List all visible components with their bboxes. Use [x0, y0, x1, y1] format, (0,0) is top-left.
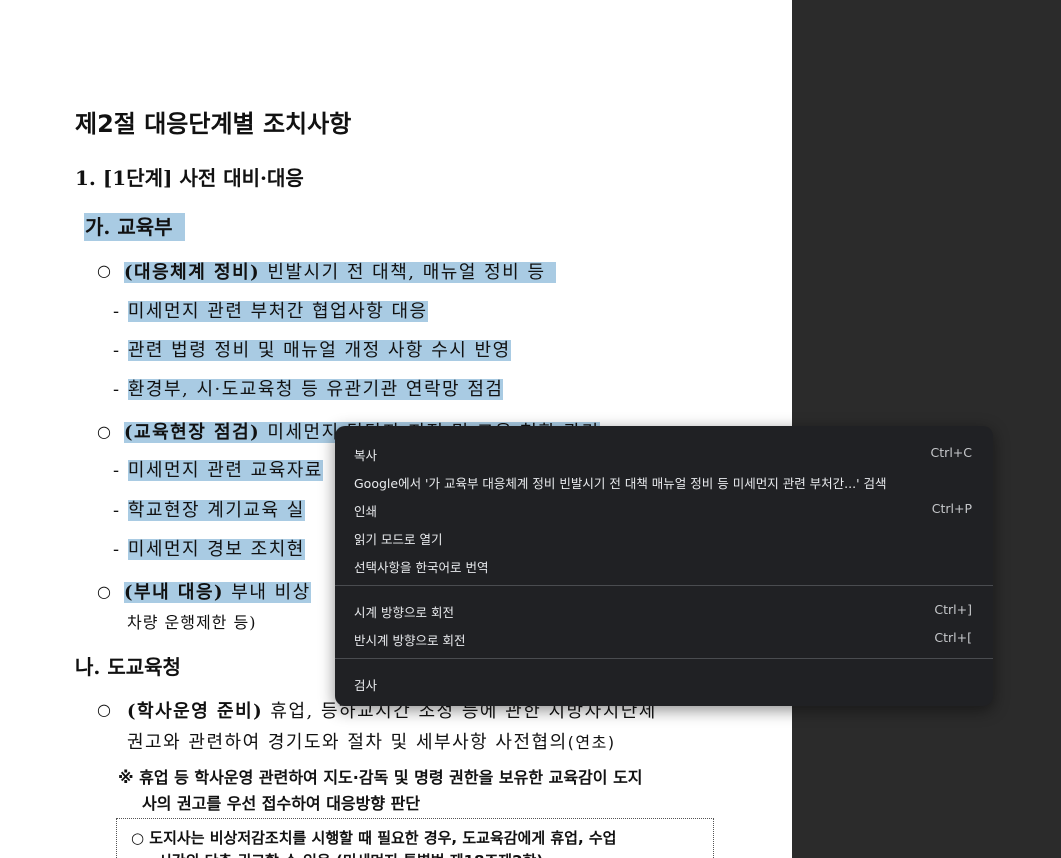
ga-item3-head: (부내 대응): [124, 582, 225, 603]
menu-item-label: 읽기 모드로 열기: [354, 532, 443, 547]
circle-bullet: ○: [97, 700, 111, 719]
menu-item-label: 복사: [354, 448, 378, 463]
menu-item-label: 선택사항을 한국어로 번역: [354, 560, 489, 575]
subsection-ga-label: 가. 교육부: [84, 213, 185, 241]
chapter-title: 제2절 대응단계별 조치사항: [75, 110, 352, 138]
menu-item-rotate-counterclockwise[interactable]: 반시계 방향으로 회전 Ctrl+[: [335, 624, 993, 652]
subsection-na: 나. 도교육청: [75, 655, 181, 679]
box-line-2: 시간의 단축 권고할 수 있음 (미세먼지 특별법 제18조제2항): [158, 850, 543, 858]
context-menu: 복사 Ctrl+C Google에서 '가 교육부 대응체계 정비 빈발시기 전…: [335, 426, 993, 706]
ga-item2-sub1-text: 미세먼지 관련 교육자료: [127, 460, 323, 481]
ga-item1-sub1-text: 미세먼지 관련 부처간 협업사항 대응: [127, 301, 428, 322]
circle-bullet: ○: [97, 422, 111, 441]
ga-item2-sub3: - 미세먼지 경보 조치현: [113, 535, 305, 561]
ga-item1-sub1: - 미세먼지 관련 부처간 협업사항 대응: [113, 297, 428, 323]
dash-bullet: -: [113, 500, 121, 521]
ga-item3-cont: 차량 운행제한 등): [127, 613, 257, 632]
menu-item-translate[interactable]: 선택사항을 한국어로 번역: [335, 551, 993, 579]
note-line-1: ※ 휴업 등 학사운영 관련하여 지도·감독 및 명령 권한을 보유한 교육감이…: [118, 768, 643, 787]
ga-item2-sub3-text: 미세먼지 경보 조치현: [127, 539, 305, 560]
menu-item-reading-mode[interactable]: 읽기 모드로 열기: [335, 523, 993, 551]
menu-item-shortcut: Ctrl+[: [934, 630, 972, 645]
menu-item-label: 인쇄: [354, 504, 378, 519]
ga-item2-sub1: - 미세먼지 관련 교육자료: [113, 456, 323, 482]
ga-item3: (부내 대응) 부내 비상: [124, 578, 311, 604]
subsection-ga: 가. 교육부: [84, 211, 185, 241]
note-line-2: 사의 권고를 우선 접수하여 대응방향 판단: [142, 794, 421, 813]
box-line-1: ○ 도지사는 비상저감조치를 시행할 때 필요한 경우, 도교육감에게 휴업, …: [131, 829, 617, 847]
dash-bullet: -: [113, 460, 121, 481]
na-item1-cont-text: 권고와 관련하여 경기도와 절차 및 세부사항 사전협의: [127, 732, 568, 753]
ga-item2-head: (교육현장 점검): [124, 422, 261, 443]
dash-bullet: -: [113, 340, 121, 361]
circle-bullet: ○: [97, 261, 111, 280]
menu-item-label: 시계 방향으로 회전: [354, 605, 454, 620]
menu-item-google-search[interactable]: Google에서 '가 교육부 대응체계 정비 빈발시기 전 대책 매뉴얼 정비…: [335, 467, 993, 495]
menu-item-shortcut: Ctrl+]: [934, 602, 972, 617]
section-title: 1. [1단계] 사전 대비·대응: [75, 166, 304, 190]
menu-item-copy[interactable]: 복사 Ctrl+C: [335, 439, 993, 467]
menu-item-label: 검사: [354, 678, 378, 693]
ga-item2-sub2-text: 학교현장 계기교육 실: [127, 500, 305, 521]
menu-item-inspect[interactable]: 검사: [335, 669, 993, 697]
ga-item1-text: 빈발시기 전 대책, 매뉴얼 정비 등: [260, 262, 546, 283]
na-item1-head: (학사운영 준비): [127, 701, 264, 722]
ga-item1-head: (대응체계 정비): [124, 262, 261, 283]
dash-bullet: -: [113, 539, 121, 560]
menu-separator: [335, 658, 993, 659]
menu-item-label: 반시계 방향으로 회전: [354, 633, 466, 648]
ga-item1-sub2: - 관련 법령 정비 및 매뉴얼 개정 사항 수시 반영: [113, 336, 511, 362]
menu-item-rotate-clockwise[interactable]: 시계 방향으로 회전 Ctrl+]: [335, 596, 993, 624]
ga-item1: (대응체계 정비) 빈발시기 전 대책, 매뉴얼 정비 등: [124, 258, 556, 284]
dash-bullet: -: [113, 301, 121, 322]
circle-bullet: ○: [97, 582, 111, 601]
na-item1-tag: (연초): [567, 733, 616, 752]
ga-item1-sub2-text: 관련 법령 정비 및 매뉴얼 개정 사항 수시 반영: [127, 340, 511, 361]
menu-item-print[interactable]: 인쇄 Ctrl+P: [335, 495, 993, 523]
menu-item-shortcut: Ctrl+P: [931, 501, 972, 516]
dash-bullet: -: [113, 379, 121, 400]
na-item1-cont: 권고와 관련하여 경기도와 절차 및 세부사항 사전협의(연초): [127, 728, 616, 754]
ga-item3-text: 부내 비상: [224, 582, 311, 603]
menu-item-shortcut: Ctrl+C: [930, 445, 972, 460]
ga-item1-sub3: - 환경부, 시·도교육청 등 유관기관 연락망 점검: [113, 375, 504, 401]
menu-separator: [335, 585, 993, 586]
menu-item-label: Google에서 '가 교육부 대응체계 정비 빈발시기 전 대책 매뉴얼 정비…: [354, 476, 887, 491]
ga-item1-sub3-text: 환경부, 시·도교육청 등 유관기관 연락망 점검: [127, 379, 504, 400]
ga-item2-sub2: - 학교현장 계기교육 실: [113, 496, 305, 522]
